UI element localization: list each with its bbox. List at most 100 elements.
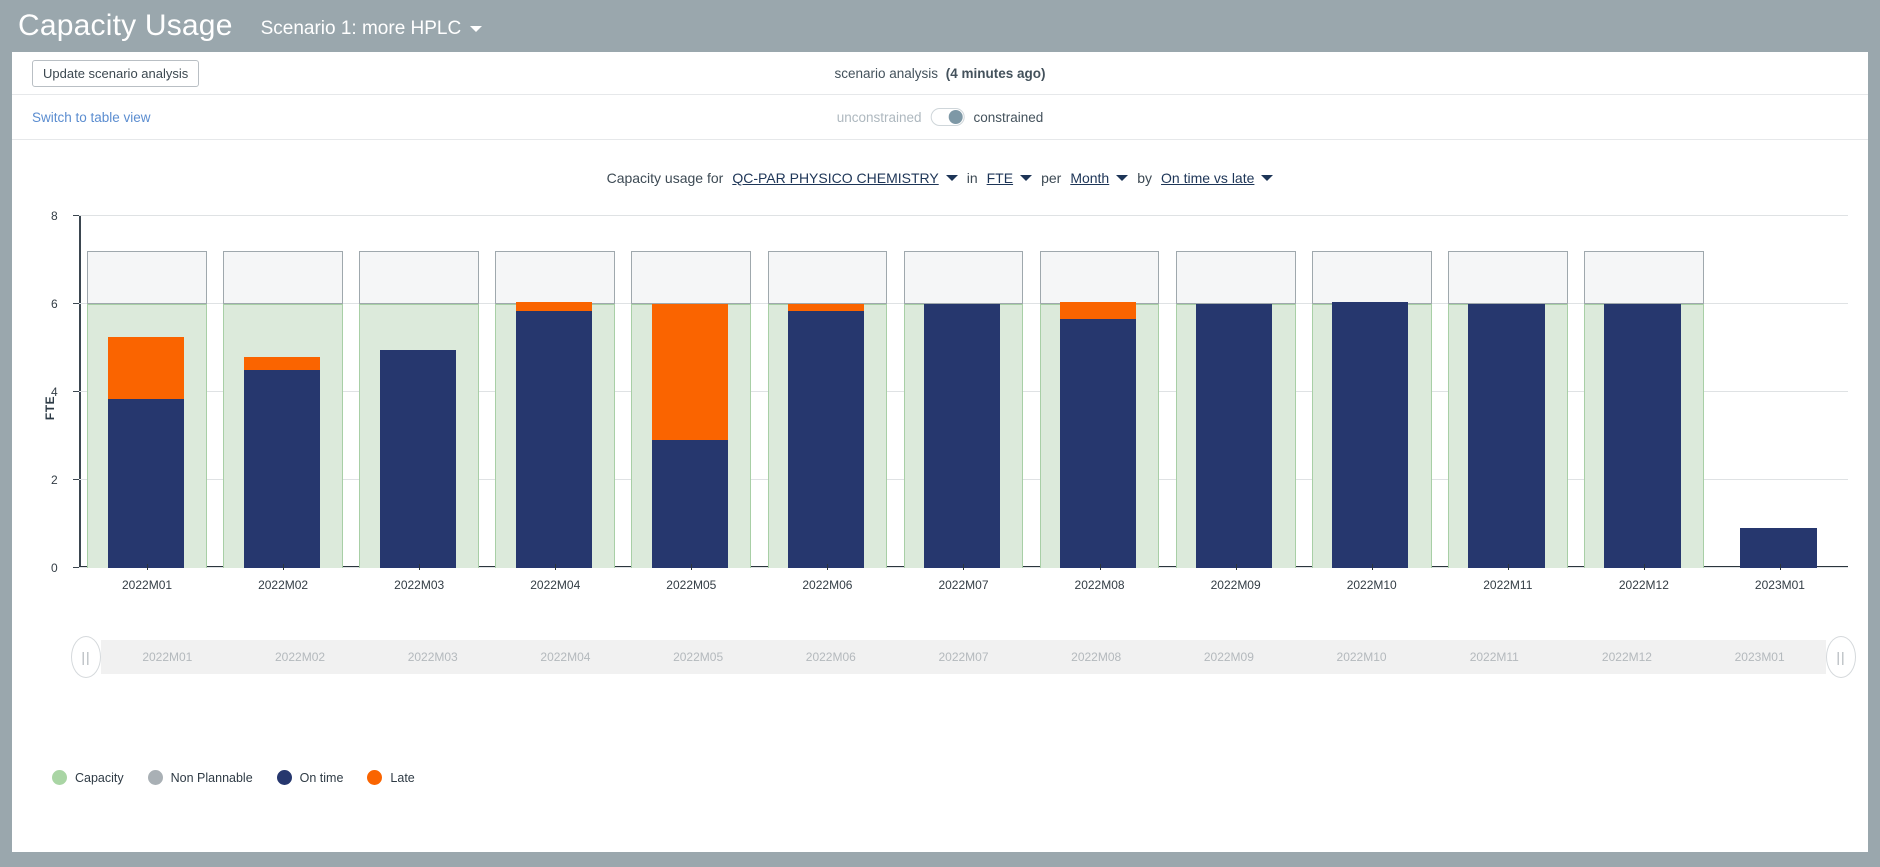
y-tick-label: 6 xyxy=(51,297,58,311)
range-slider-handle-left[interactable]: || xyxy=(71,636,101,678)
config-by-label: by xyxy=(1137,170,1153,186)
bar-segment-late[interactable] xyxy=(515,301,592,311)
bar-segment-on-time[interactable] xyxy=(1196,304,1273,568)
bar-segment-late[interactable] xyxy=(787,304,865,311)
resource-dropdown[interactable]: QC-PAR PHYSICO CHEMISTRY xyxy=(732,170,958,186)
legend-item[interactable]: On time xyxy=(276,770,343,785)
bar-stack[interactable] xyxy=(1468,216,1545,568)
y-tick-label: 0 xyxy=(51,561,58,575)
toggle-knob xyxy=(948,110,963,124)
chart-legend: Capacity Non Plannable On time Late xyxy=(52,770,415,785)
bar-stack[interactable] xyxy=(243,216,320,568)
range-slider-label: 2022M08 xyxy=(1071,650,1122,664)
period-dropdown[interactable]: Month xyxy=(1070,170,1129,186)
bar-segment-on-time[interactable] xyxy=(1468,304,1545,568)
chevron-down-icon xyxy=(1261,175,1274,181)
range-slider-label: 2022M12 xyxy=(1601,650,1652,664)
range-slider-label: 2022M07 xyxy=(938,650,989,664)
legend-item[interactable]: Late xyxy=(367,770,415,785)
range-slider[interactable]: 2022M01 2022M02 2022M03 2022M04 2022M05 2022M… xyxy=(71,636,1856,678)
legend-item[interactable]: Non Plannable xyxy=(147,770,253,785)
bar-column[interactable]: 2022M07 xyxy=(895,216,1031,592)
constrained-toggle[interactable] xyxy=(930,108,965,126)
bar-column[interactable]: 2022M09 xyxy=(1168,216,1304,592)
x-tick-mark xyxy=(419,564,421,570)
bar-stack[interactable] xyxy=(379,216,456,568)
bar-segment-on-time[interactable] xyxy=(651,440,729,568)
bar-column[interactable]: 2022M12 xyxy=(1576,216,1712,592)
bar-segment-on-time[interactable] xyxy=(379,350,456,568)
grouping-dropdown[interactable]: On time vs late xyxy=(1161,170,1274,186)
bar-column[interactable]: 2022M10 xyxy=(1304,216,1440,592)
bar-column[interactable]: 2022M03 xyxy=(351,216,487,592)
x-tick-mark xyxy=(1371,564,1373,570)
toggle-label-constrained[interactable]: constrained xyxy=(974,110,1044,125)
bar-column[interactable]: 2022M08 xyxy=(1032,216,1168,592)
y-tick-label: 4 xyxy=(51,385,58,399)
bar-column[interactable]: 2022M05 xyxy=(623,216,759,592)
bar-column[interactable]: 2022M06 xyxy=(759,216,895,592)
range-slider-label: 2023M01 xyxy=(1734,650,1785,664)
x-tick-mark xyxy=(283,564,285,570)
chart-area: FTE 02468 2022M01 2022M02 2022M03 2022M04 20… xyxy=(12,208,1868,678)
bar-stack[interactable] xyxy=(107,216,184,568)
bar-stack[interactable] xyxy=(1060,216,1137,568)
range-slider-label: 2022M01 xyxy=(142,650,193,664)
bar-segment-on-time[interactable] xyxy=(787,310,865,568)
scenario-selector[interactable]: Scenario 1: more HPLC xyxy=(261,18,483,40)
bar-segment-late[interactable] xyxy=(651,304,729,441)
chevron-down-icon xyxy=(1020,175,1033,181)
bar-stack[interactable] xyxy=(1196,216,1273,568)
unit-dropdown[interactable]: FTE xyxy=(987,170,1033,186)
bar-stack[interactable] xyxy=(924,216,1001,568)
bar-column[interactable]: 2022M02 xyxy=(215,216,351,592)
legend-swatch-icon xyxy=(276,770,292,785)
bar-segment-on-time[interactable] xyxy=(924,304,1001,568)
bar-stack[interactable] xyxy=(1332,216,1409,568)
bar-segment-on-time[interactable] xyxy=(107,398,184,568)
bar-segment-on-time[interactable] xyxy=(515,310,592,568)
y-axis-title: FTE xyxy=(43,395,58,421)
switch-to-table-view-link[interactable]: Switch to table view xyxy=(32,110,151,125)
bar-segment-on-time[interactable] xyxy=(1740,528,1817,568)
legend-item[interactable]: Capacity xyxy=(52,770,124,785)
bar-segment-on-time[interactable] xyxy=(1060,319,1137,568)
legend-swatch-icon xyxy=(52,770,67,785)
bar-segment-late[interactable] xyxy=(1060,301,1137,320)
config-in-label: in xyxy=(966,170,978,186)
bar-segment-on-time[interactable] xyxy=(1332,301,1409,568)
y-tick-label: 8 xyxy=(51,209,58,223)
bar-stack[interactable] xyxy=(515,216,592,568)
bar-stack[interactable] xyxy=(787,216,865,568)
x-tick-label: 2022M07 xyxy=(938,578,989,592)
range-slider-handle-right[interactable]: || xyxy=(1826,636,1856,678)
bar-stack[interactable] xyxy=(1740,216,1817,568)
bar-segment-late[interactable] xyxy=(243,356,320,370)
bar-column[interactable]: 2023M01 xyxy=(1712,216,1848,592)
x-tick-label: 2022M08 xyxy=(1074,578,1125,592)
period-dropdown-value: Month xyxy=(1070,170,1110,186)
resource-dropdown-value: QC-PAR PHYSICO CHEMISTRY xyxy=(732,170,939,186)
bar-segment-on-time[interactable] xyxy=(243,370,320,568)
bar-segment-late[interactable] xyxy=(107,337,184,399)
range-slider-label: 2022M09 xyxy=(1203,650,1254,664)
analysis-status: scenario analysis (4 minutes ago) xyxy=(834,66,1045,81)
bar-segment-on-time[interactable] xyxy=(1604,304,1681,568)
legend-swatch-icon xyxy=(367,770,383,785)
config-per-label: per xyxy=(1041,170,1062,186)
x-tick-label: 2022M11 xyxy=(1483,578,1533,592)
bar-column[interactable]: 2022M11 xyxy=(1440,216,1576,592)
bar-stack[interactable] xyxy=(1604,216,1681,568)
bar-stack[interactable] xyxy=(651,216,729,568)
bar-column[interactable]: 2022M04 xyxy=(487,216,623,592)
range-slider-label: 2022M06 xyxy=(805,650,856,664)
update-scenario-analysis-button[interactable]: Update scenario analysis xyxy=(32,59,200,87)
x-tick-mark xyxy=(1099,564,1101,570)
range-slider-track[interactable]: 2022M01 2022M02 2022M03 2022M04 2022M05 2022M… xyxy=(101,640,1826,674)
x-tick-mark xyxy=(963,564,965,570)
range-slider-label: 2022M10 xyxy=(1336,650,1387,664)
x-tick-label: 2022M06 xyxy=(802,578,853,592)
page-title: Capacity Usage xyxy=(18,9,233,42)
toggle-label-unconstrained[interactable]: unconstrained xyxy=(837,110,922,125)
bar-column[interactable]: 2022M01 xyxy=(79,216,215,592)
